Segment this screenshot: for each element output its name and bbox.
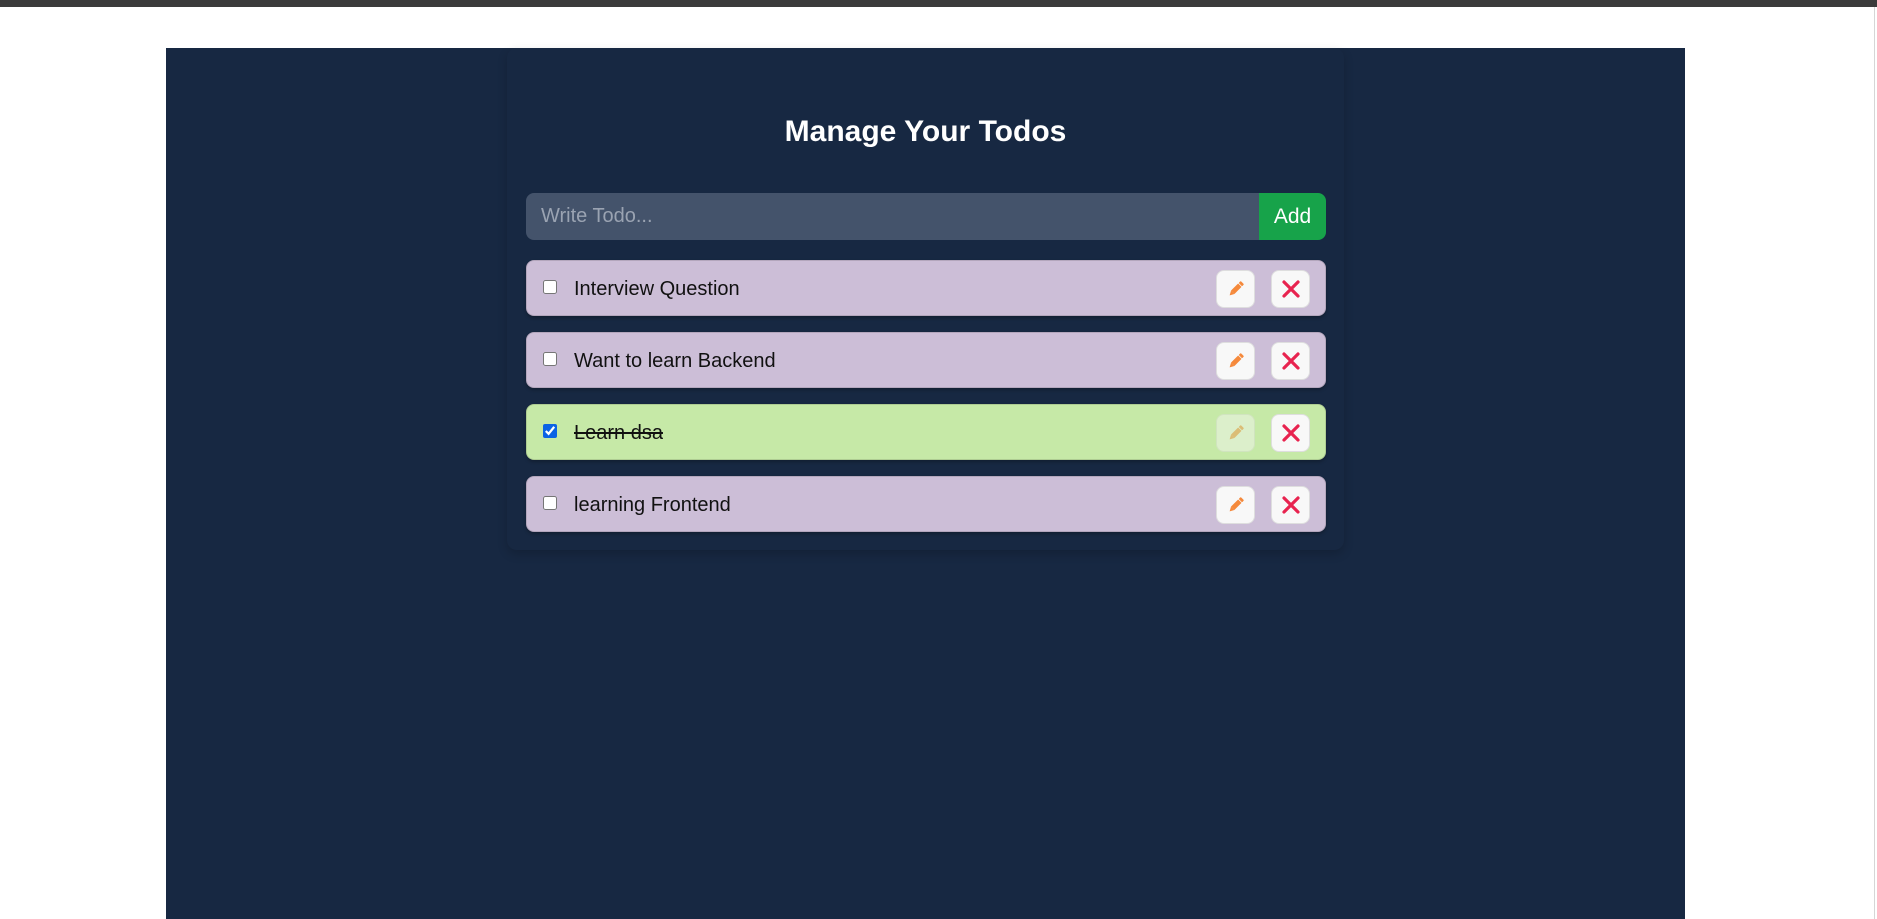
close-icon [1281,280,1300,298]
todo-checkbox[interactable] [543,352,557,366]
todo-checkbox[interactable] [543,424,557,438]
pencil-icon [1229,425,1244,440]
todo-input[interactable] [526,193,1259,240]
close-icon [1281,424,1300,442]
delete-button[interactable] [1271,342,1310,380]
add-button[interactable]: Add [1259,193,1326,240]
close-icon [1281,496,1300,514]
app-container: Manage Your Todos Add Interview Question [166,48,1685,919]
edit-button[interactable] [1216,270,1255,308]
delete-button[interactable] [1271,486,1310,524]
edit-button[interactable] [1216,342,1255,380]
todo-item: Want to learn Backend [526,332,1326,388]
todo-checkbox[interactable] [543,280,557,294]
delete-button[interactable] [1271,270,1310,308]
todo-text: Learn dsa [574,422,663,444]
todo-text: Want to learn Backend [574,350,776,372]
todo-card: Manage Your Todos Add Interview Question [507,48,1344,550]
edit-button[interactable] [1216,414,1255,452]
pencil-icon [1229,353,1244,368]
todo-item: Learn dsa [526,404,1326,460]
pencil-icon [1229,281,1244,296]
scrollbar-track [1874,7,1875,919]
pencil-icon [1229,497,1244,512]
todo-form: Add [526,193,1326,240]
edit-button[interactable] [1216,486,1255,524]
page-title: Manage Your Todos [784,115,1067,148]
close-icon [1281,352,1300,370]
delete-button[interactable] [1271,414,1310,452]
todo-text: Interview Question [574,278,740,300]
todo-item: learning Frontend [526,476,1326,532]
todo-list: Interview Question Want to learn Backend [526,260,1326,548]
todo-checkbox[interactable] [543,496,557,510]
todo-item: Interview Question [526,260,1326,316]
browser-top-bar [0,0,1877,7]
todo-text: learning Frontend [574,494,731,516]
